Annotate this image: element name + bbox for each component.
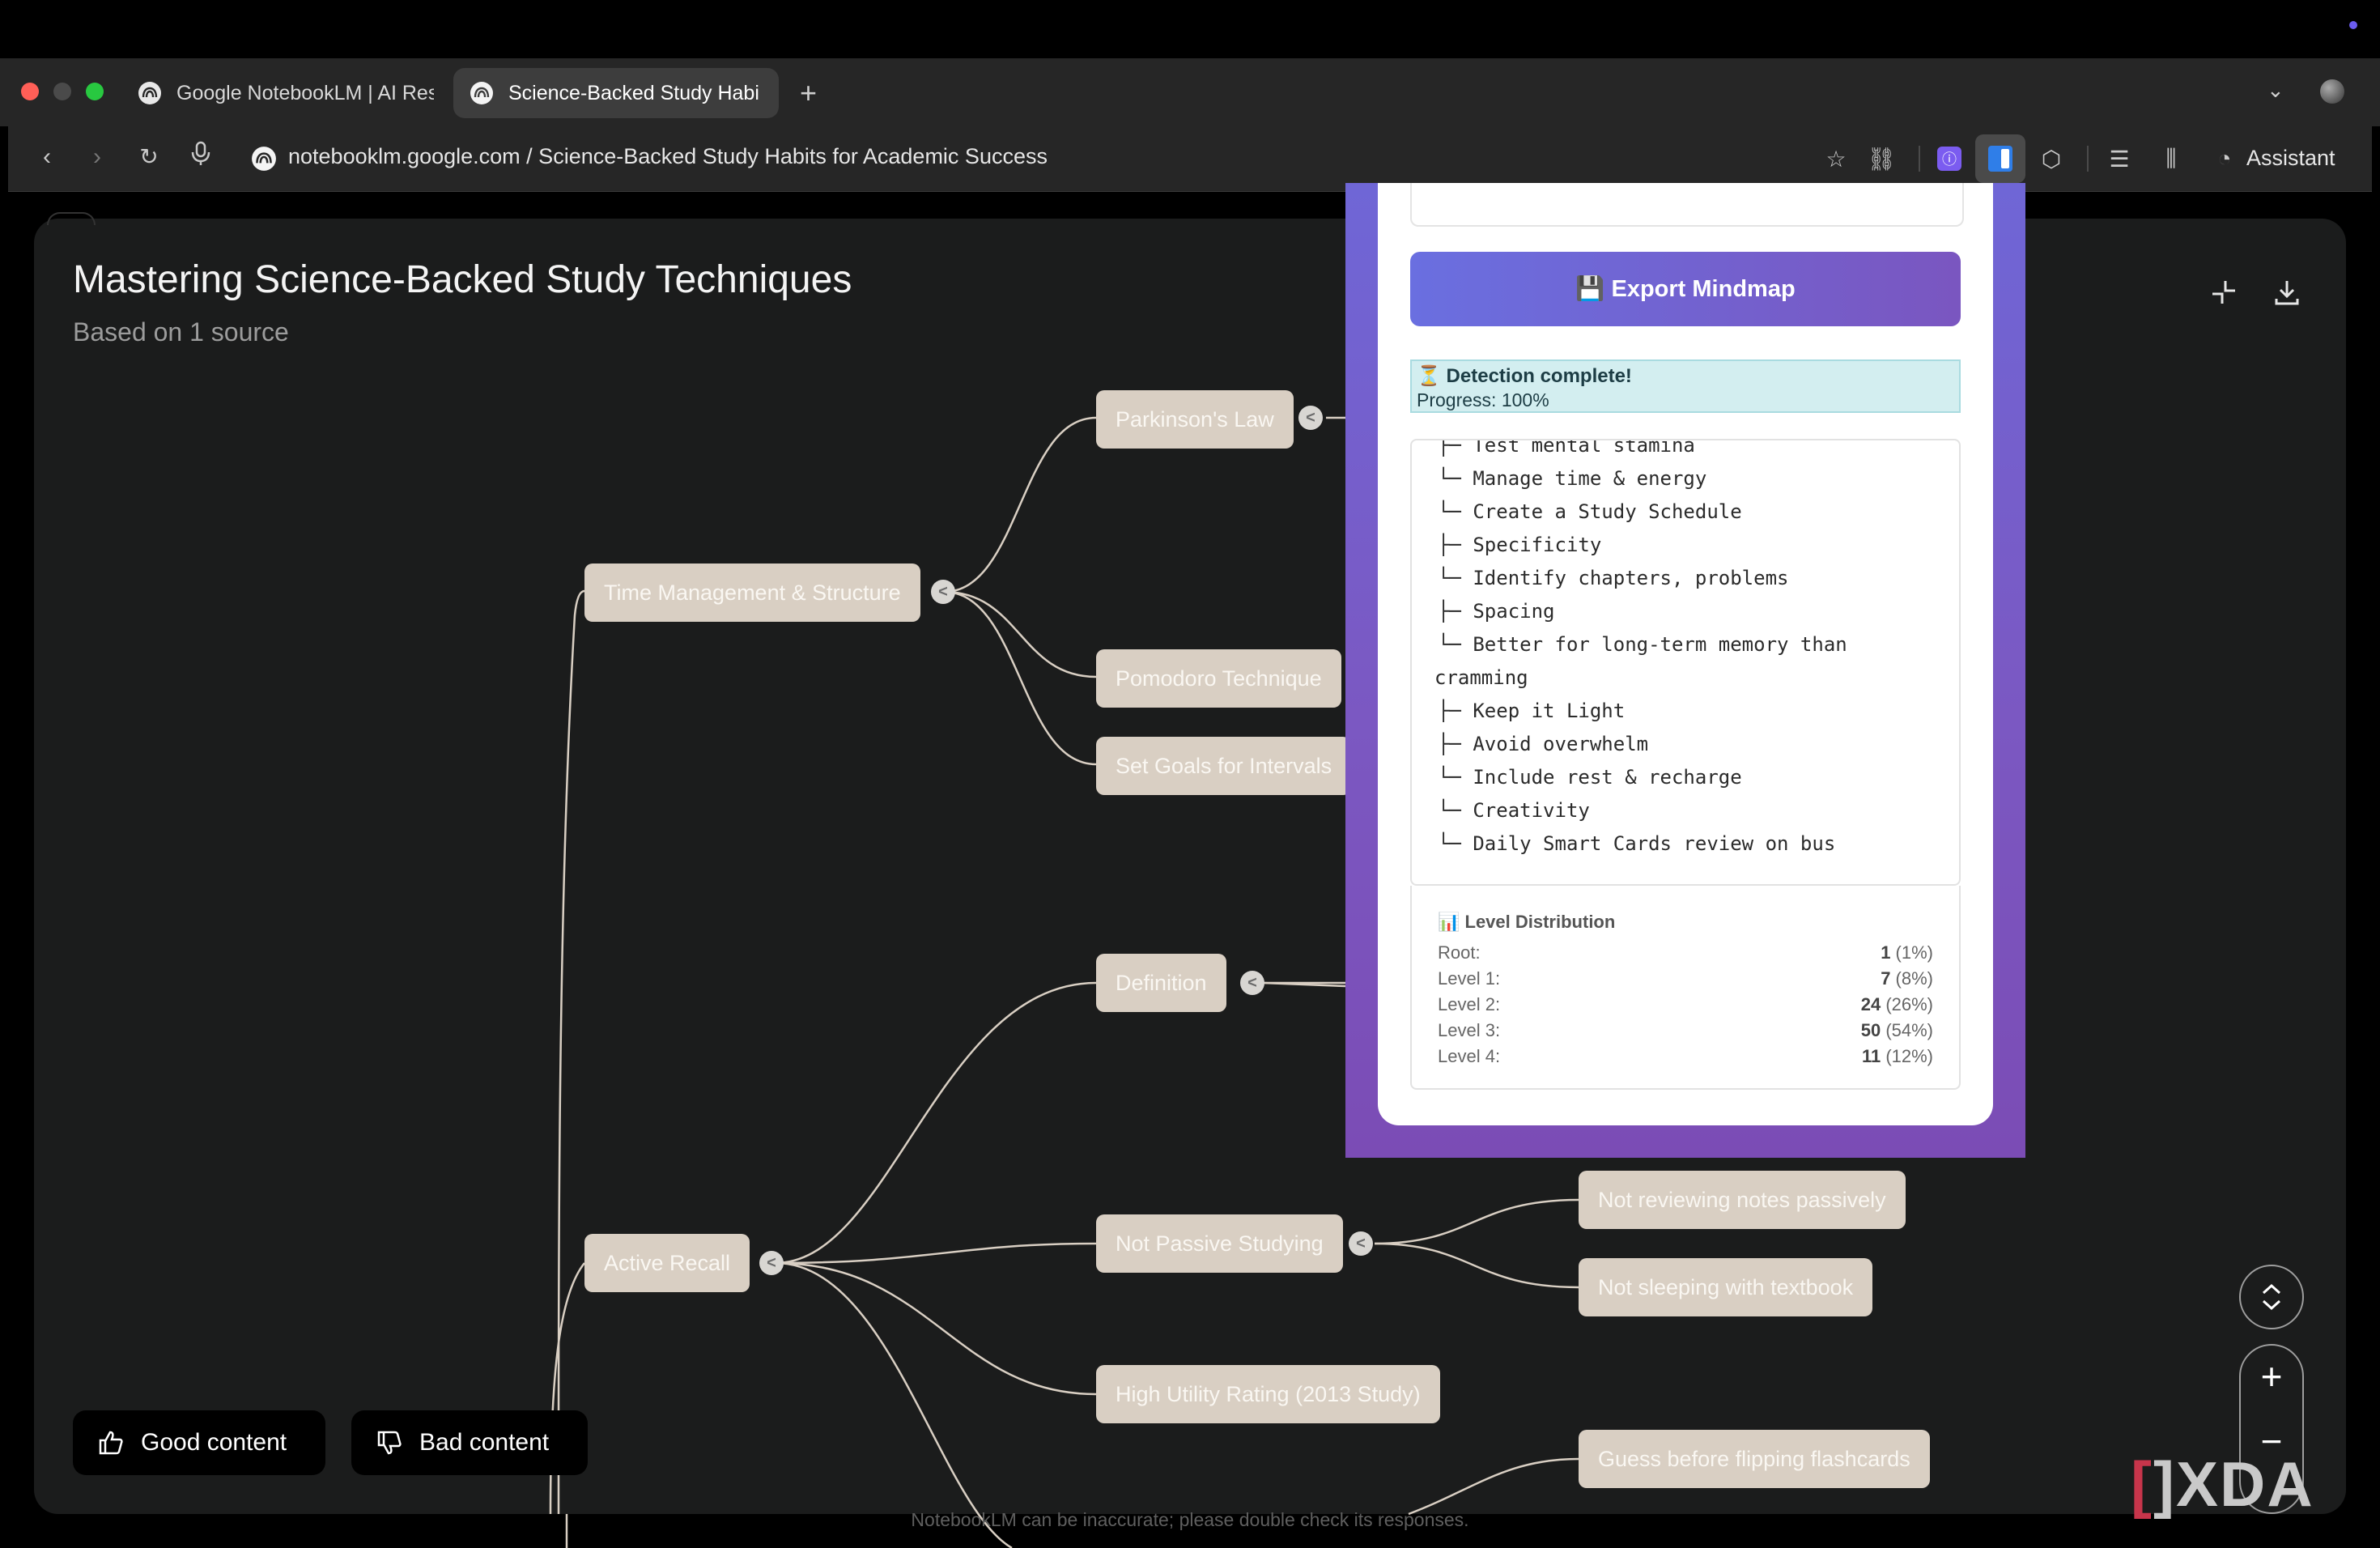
collapse-toggle[interactable]: < — [1240, 971, 1264, 995]
distribution-row: Level 4: 11 (12%) — [1438, 1046, 1933, 1066]
chevron-up-down-icon — [2262, 1283, 2281, 1311]
mindmap-node-set-goals[interactable]: Set Goals for Intervals — [1096, 737, 1352, 795]
outline-line: └─ Create a Study Schedule — [1438, 500, 1742, 523]
outline-list[interactable]: ├─ Test mental stamina └─ Manage time & … — [1410, 439, 1961, 886]
collapse-toggle[interactable]: < — [759, 1251, 784, 1275]
mindmap-node-high-utility[interactable]: High Utility Rating (2013 Study) — [1096, 1365, 1440, 1423]
thumbs-up-icon — [99, 1431, 123, 1455]
outline-line: ├─ Specificity — [1438, 534, 1602, 556]
footer-disclaimer: NotebookLM can be inaccurate; please dou… — [911, 1509, 1469, 1530]
outline-line: └─ Identify chapters, problems — [1438, 567, 1789, 589]
mindmap-node-not-sleeping[interactable]: Not sleeping with textbook — [1579, 1258, 1873, 1316]
mindmap-node-guess-before[interactable]: Guess before flipping flashcards — [1579, 1430, 1930, 1488]
distribution-row: Level 3: 50 (54%) — [1438, 1020, 1933, 1040]
xda-watermark-logo: []XDA — [2131, 1448, 2314, 1520]
mindmap-node-time-management[interactable]: Time Management & Structure — [584, 563, 920, 622]
mindmap-node-definition[interactable]: Definition — [1096, 954, 1226, 1012]
outline-line: └─ Daily Smart Cards review on bus — [1438, 832, 1836, 855]
outline-line: └─ Creativity — [1438, 799, 1590, 822]
distribution-row: Root: 1 (1%) — [1438, 942, 1933, 963]
outline-line: cramming — [1434, 666, 1528, 689]
mindmap-node-active-recall[interactable]: Active Recall — [584, 1234, 750, 1292]
outline-line: ├─ Avoid overwhelm — [1438, 733, 1649, 755]
bad-content-button[interactable]: Bad content — [351, 1410, 588, 1475]
bad-content-label: Bad content — [419, 1429, 550, 1456]
zoom-in-button[interactable]: + — [2239, 1344, 2304, 1409]
good-content-label: Good content — [141, 1429, 287, 1456]
outline-line: ├─ Test mental stamina — [1438, 439, 1695, 457]
outline-line: └─ Manage time & energy — [1438, 467, 1707, 490]
mindmap-node-pomodoro[interactable]: Pomodoro Technique — [1096, 649, 1341, 708]
outline-line: └─ Include rest & recharge — [1438, 766, 1742, 789]
good-content-button[interactable]: Good content — [73, 1410, 325, 1475]
outline-line: └─ Better for long-term memory than — [1438, 633, 1847, 656]
status-title: ⏳ Detection complete! — [1417, 365, 1632, 387]
distribution-row: Level 1: 7 (8%) — [1438, 968, 1933, 989]
mindmap-node-parkinsons-law[interactable]: Parkinson's Law — [1096, 390, 1294, 449]
level-distribution-title: 📊 Level Distribution — [1438, 912, 1616, 932]
export-mindmap-button[interactable]: 💾 Export Mindmap — [1410, 252, 1961, 326]
distribution-row: Level 2: 24 (26%) — [1438, 994, 1933, 1014]
status-progress: Progress: 100% — [1417, 389, 1549, 410]
outline-line: ├─ Spacing — [1438, 600, 1555, 623]
collapse-toggle[interactable]: < — [1349, 1231, 1373, 1256]
status-box: ⏳ Detection complete! Progress: 100% — [1410, 359, 1961, 413]
expand-collapse-all-button[interactable] — [2239, 1265, 2304, 1329]
thumbs-down-icon — [377, 1431, 402, 1455]
outline-line: ├─ Keep it Light — [1438, 700, 1626, 722]
extension-input-box[interactable] — [1410, 183, 1964, 227]
collapse-toggle[interactable]: < — [931, 580, 955, 604]
mindmap-node-not-passive[interactable]: Not Passive Studying — [1096, 1214, 1343, 1273]
mindmap-node-not-reviewing[interactable]: Not reviewing notes passively — [1579, 1171, 1906, 1229]
collapse-toggle[interactable]: < — [1298, 406, 1323, 430]
